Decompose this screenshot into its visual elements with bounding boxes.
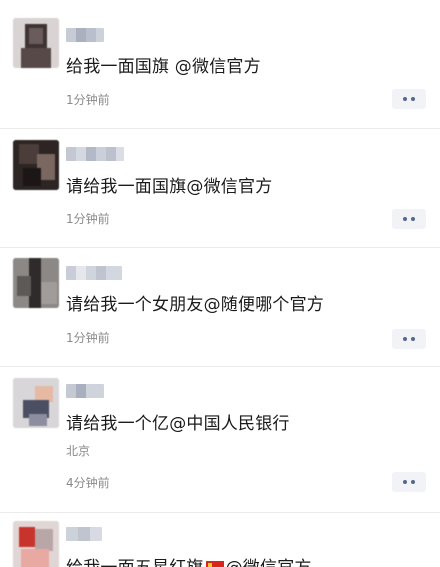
more-dots-icon-dot — [411, 217, 415, 221]
comment-text: 请给我一面国旗@微信官方 — [66, 177, 273, 197]
more-button[interactable] — [392, 209, 426, 229]
more-dots-icon — [403, 217, 407, 221]
avatar[interactable] — [13, 140, 59, 190]
avatar[interactable] — [13, 378, 59, 428]
comment-text: 请给我一个女朋友@随便哪个官方 — [66, 295, 324, 315]
comment-feed: 给我一面国旗 @微信官方 1分钟前 请给我一面国旗@微信官方 1分钟前 请给我一… — [0, 0, 440, 567]
timestamp: 1分钟前 — [66, 93, 110, 107]
comment-text-before-emoji: 给我一面五星红旗 — [66, 558, 204, 567]
more-dots-icon — [403, 480, 407, 484]
list-item: 请给我一个女朋友@随便哪个官方 1分钟前 — [0, 248, 440, 366]
timestamp: 4分钟前 — [66, 476, 110, 490]
more-button[interactable] — [392, 472, 426, 492]
comment-text-after-emoji: @微信官方 — [226, 558, 312, 567]
nickname-masked[interactable] — [66, 147, 124, 161]
avatar[interactable] — [13, 258, 59, 308]
nickname-masked[interactable] — [66, 384, 104, 398]
nickname-masked[interactable] — [66, 527, 102, 541]
list-item: 给我一面国旗 @微信官方 1分钟前 — [0, 0, 440, 128]
nickname-masked[interactable] — [66, 266, 122, 280]
more-dots-icon — [403, 337, 407, 341]
list-item: 请给我一面国旗@微信官方 1分钟前 — [0, 129, 440, 247]
avatar[interactable] — [13, 521, 59, 567]
timestamp: 1分钟前 — [66, 331, 110, 345]
avatar[interactable] — [13, 18, 59, 68]
list-item: 请给我一个亿@中国人民银行 北京 4分钟前 — [0, 367, 440, 512]
nickname-masked[interactable] — [66, 28, 104, 42]
more-dots-icon-dot — [411, 480, 415, 484]
more-dots-icon — [403, 97, 407, 101]
comment-text: 请给我一个亿@中国人民银行 — [66, 414, 290, 434]
comment-text: 给我一面五星红旗 @微信官方 — [66, 553, 312, 567]
more-button[interactable] — [392, 89, 426, 109]
list-item: 给我一面五星红旗 @微信官方 — [0, 513, 440, 567]
comment-text: 给我一面国旗 @微信官方 — [66, 57, 261, 77]
flag-cn-icon — [205, 561, 224, 567]
more-button[interactable] — [392, 329, 426, 349]
timestamp: 1分钟前 — [66, 212, 110, 226]
location-label[interactable]: 北京 — [66, 442, 90, 459]
more-dots-icon-dot — [411, 337, 415, 341]
more-dots-icon-dot — [411, 97, 415, 101]
